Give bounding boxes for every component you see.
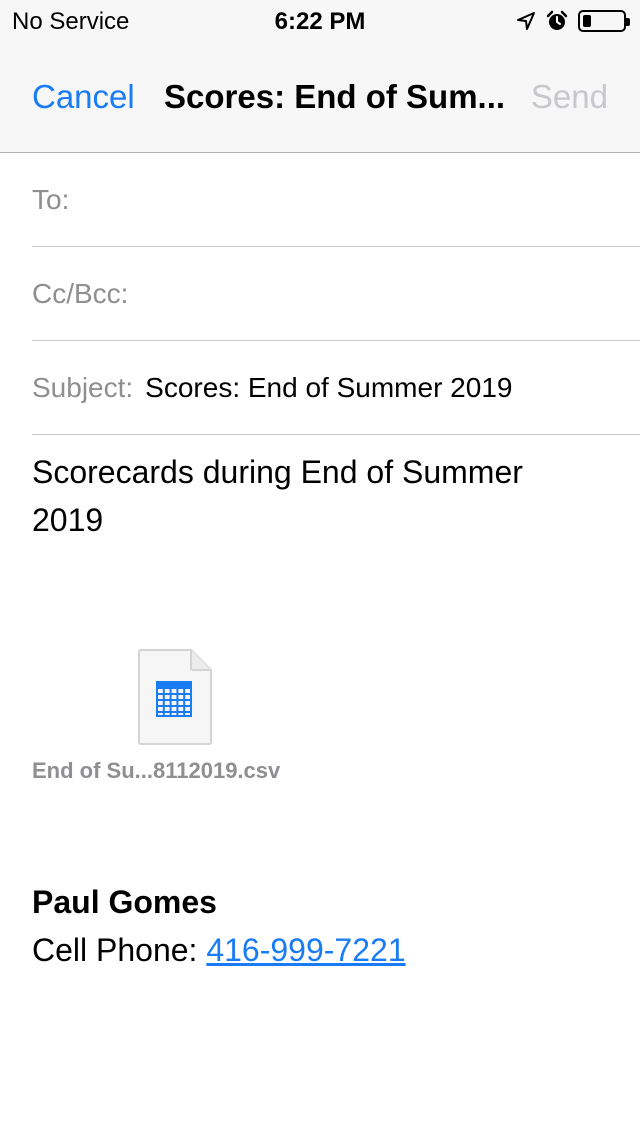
cc-bcc-input[interactable]: [128, 264, 640, 324]
phone-label: Cell Phone:: [32, 932, 207, 968]
signature-phone: Cell Phone: 416-999-7221: [32, 932, 406, 969]
status-icons: [516, 8, 630, 34]
alarm-icon: [546, 10, 568, 30]
subject-input[interactable]: Scores: End of Summer 2019: [145, 372, 512, 404]
cc-bcc-label: Cc/Bcc:: [32, 277, 129, 309]
battery-level: [583, 15, 591, 27]
compose-nav-bar: Cancel Scores: End of Sum... Send: [0, 40, 640, 153]
subject-field[interactable]: Subject: Scores: End of Summer 2019: [32, 341, 640, 435]
signature-name: Paul Gomes: [32, 884, 217, 920]
attachment-filename: End of Su...8112019.csv: [32, 758, 281, 783]
to-input[interactable]: [69, 170, 640, 230]
message-body[interactable]: Scorecards during End of Summer 2019: [32, 448, 592, 544]
to-label: To:: [32, 183, 70, 215]
send-button[interactable]: Send: [531, 78, 608, 116]
compose-title: Scores: End of Sum...: [164, 78, 506, 115]
subject-label: Subject:: [32, 371, 134, 403]
phone-link[interactable]: 416-999-7221: [206, 932, 405, 968]
to-field[interactable]: To:: [32, 153, 640, 247]
status-bar: No Service 6:22 PM: [0, 0, 640, 40]
cancel-button[interactable]: Cancel: [32, 78, 135, 116]
spreadsheet-document-icon: [138, 649, 212, 745]
battery-icon: [578, 10, 630, 32]
cc-bcc-field[interactable]: Cc/Bcc:: [32, 247, 640, 341]
attachment[interactable]: End of Su...8112019.csv: [32, 648, 332, 788]
location-arrow-icon: [517, 12, 535, 30]
